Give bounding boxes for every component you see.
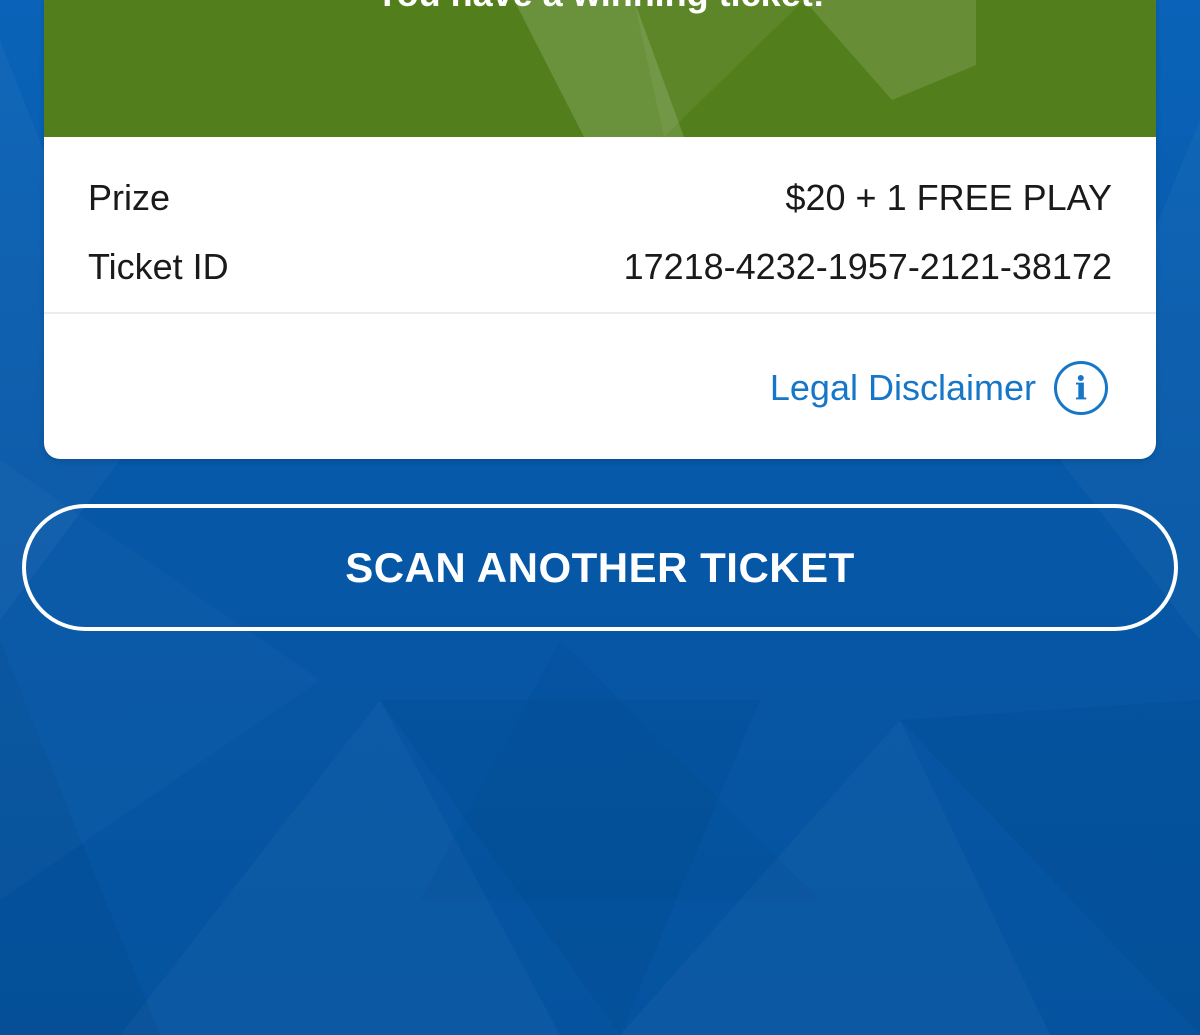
scan-button-label: SCAN ANOTHER TICKET	[345, 543, 855, 591]
banner-decoration	[514, 0, 976, 137]
result-card: You have a winning ticket! Prize $20 + 1…	[44, 0, 1156, 459]
ticket-id-label: Ticket ID	[88, 246, 229, 287]
legal-disclaimer-link[interactable]: Legal Disclaimer i	[770, 358, 1108, 418]
ticket-id-row: Ticket ID 17218-4232-1957-2121-38172	[88, 245, 1112, 289]
ticket-id-value: 17218-4232-1957-2121-38172	[623, 246, 1112, 287]
win-banner: You have a winning ticket!	[44, 0, 1156, 137]
prize-label: Prize	[88, 177, 171, 218]
scan-another-ticket-button[interactable]: SCAN ANOTHER TICKET	[22, 504, 1178, 631]
info-icon[interactable]: i	[1054, 361, 1108, 415]
win-message: You have a winning ticket!	[44, 0, 1156, 12]
legal-disclaimer-label: Legal Disclaimer	[769, 367, 1036, 408]
prize-row: Prize $20 + 1 FREE PLAY	[88, 176, 1112, 220]
card-divider	[44, 312, 1156, 314]
prize-value: $20 + 1 FREE PLAY	[785, 177, 1112, 218]
